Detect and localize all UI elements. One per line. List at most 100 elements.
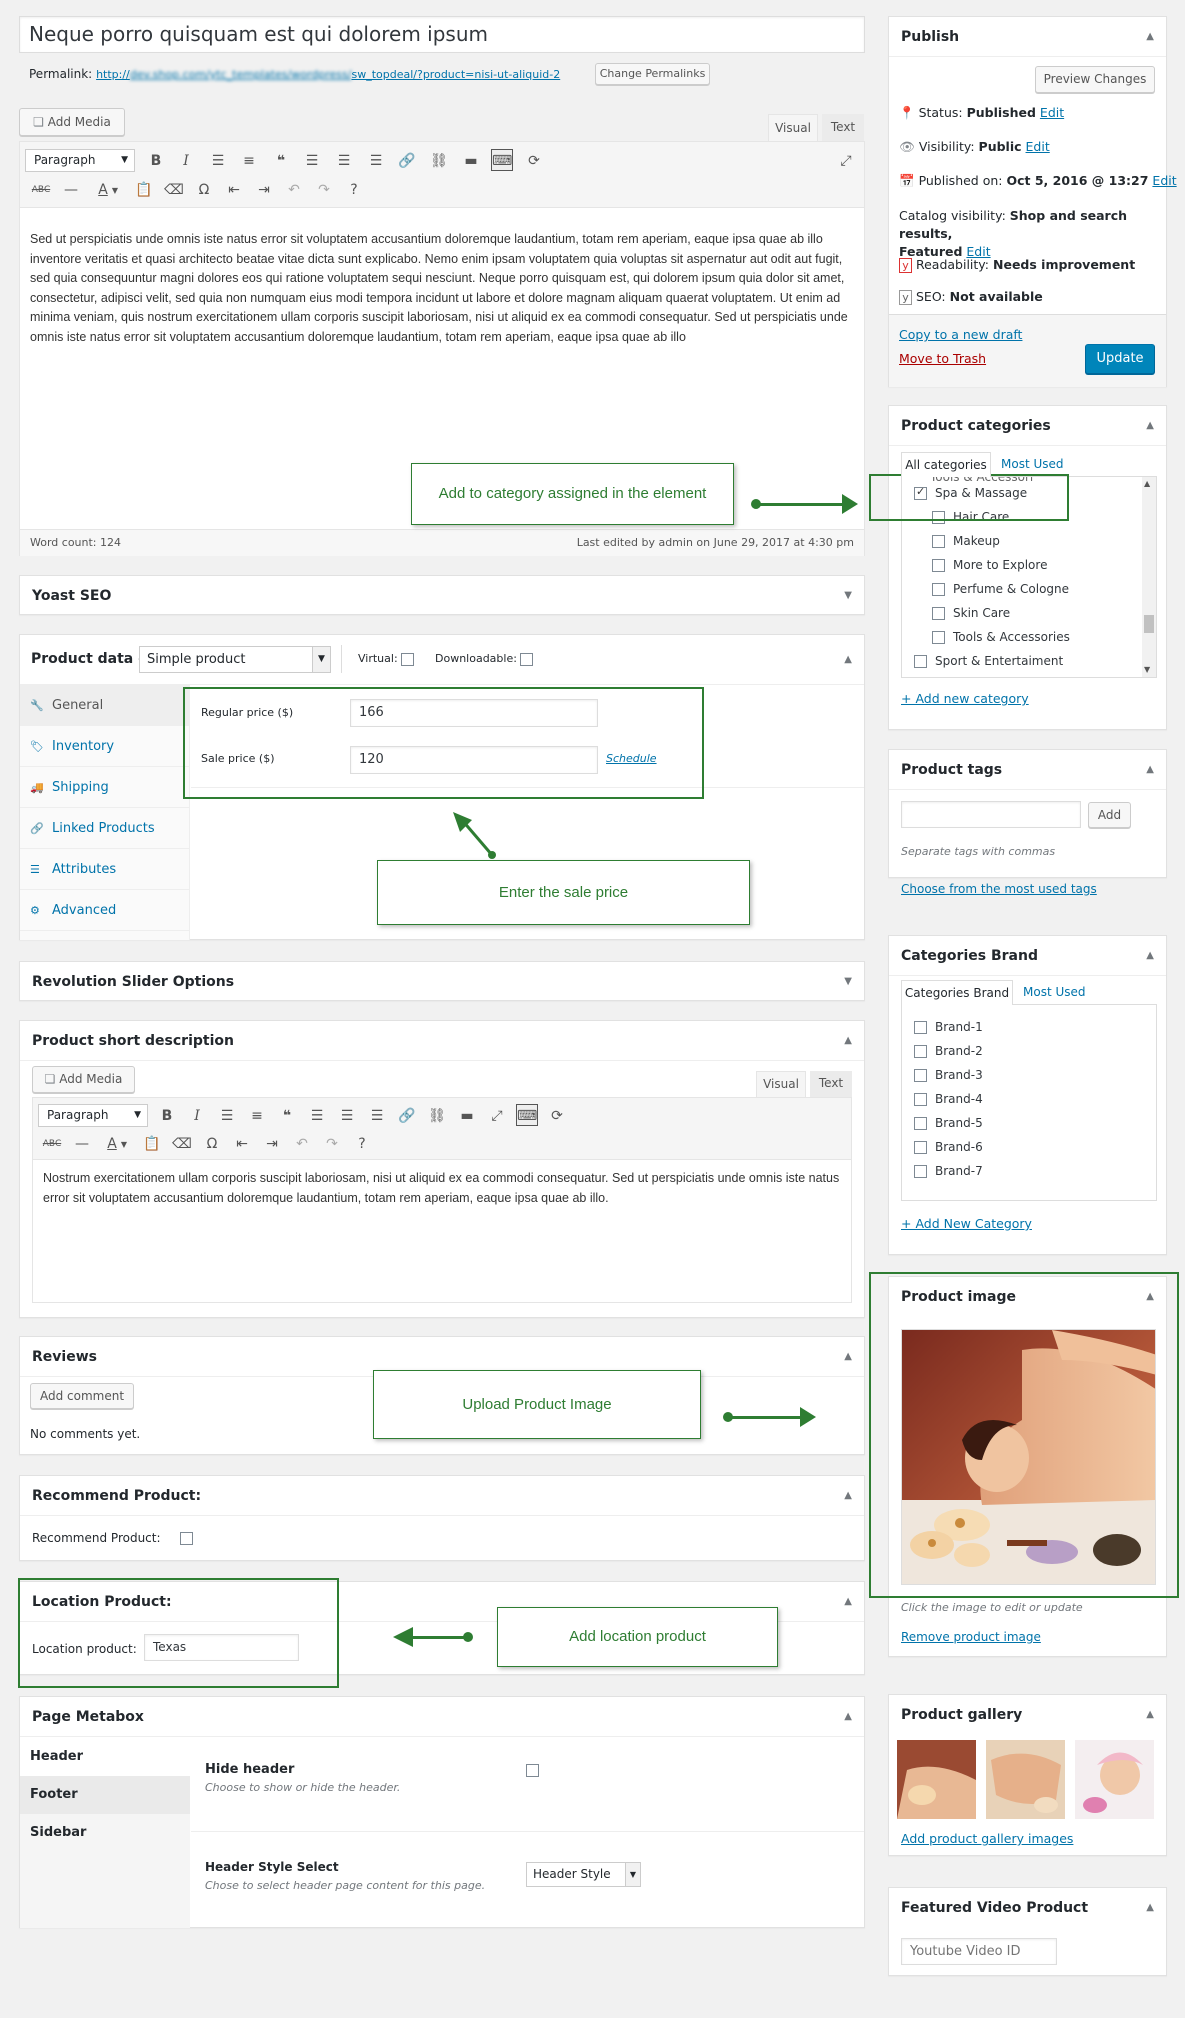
chevron-up-icon[interactable]: ▲	[844, 640, 852, 680]
brand-item[interactable]: Brand-7	[914, 1164, 983, 1178]
category-checkbox[interactable]	[932, 535, 945, 548]
category-checkbox[interactable]	[932, 583, 945, 596]
indent-icon[interactable]: ⇥	[253, 179, 275, 201]
category-item[interactable]: Perfume & Cologne	[932, 582, 1069, 596]
bullet-list-icon[interactable]: ☰	[216, 1105, 238, 1127]
chevron-up-icon[interactable]: ▲	[1146, 406, 1154, 446]
bold-icon[interactable]: B	[145, 150, 167, 172]
brand-list[interactable]: Brand-1 Brand-2 Brand-3 Brand-4 Brand-5 Brand…	[901, 1004, 1157, 1201]
gallery-image-2[interactable]	[986, 1740, 1065, 1819]
brand-item[interactable]: Brand-6	[914, 1140, 983, 1154]
tab-brand-most-used[interactable]: Most Used	[1023, 985, 1086, 999]
brand-checkbox[interactable]	[914, 1093, 927, 1106]
downloadable-checkbox[interactable]	[520, 652, 534, 666]
align-right-icon[interactable]: ☰	[365, 150, 387, 172]
italic-icon[interactable]: I	[175, 150, 197, 172]
special-character-icon[interactable]: Ω	[193, 179, 215, 201]
brand-item[interactable]: Brand-5	[914, 1116, 983, 1130]
read-more-icon[interactable]: ▬	[456, 1105, 478, 1127]
update-button[interactable]: Update	[1085, 344, 1155, 374]
date-edit-link[interactable]: Edit	[1152, 173, 1176, 188]
chevron-up-icon[interactable]: ▲	[844, 1021, 852, 1061]
chevron-down-icon[interactable]: ▼	[118, 1134, 130, 1156]
align-center-icon[interactable]: ☰	[333, 150, 355, 172]
unlink-icon[interactable]: ⛓	[426, 1105, 448, 1127]
fullscreen-icon[interactable]: ⤢	[486, 1105, 508, 1127]
category-item[interactable]: More to Explore	[932, 558, 1047, 572]
format-select[interactable]: Paragraph ▼	[38, 1104, 148, 1127]
visibility-edit-link[interactable]: Edit	[1026, 139, 1050, 154]
refresh-icon[interactable]: ⟳	[523, 150, 545, 172]
product-tab-advanced[interactable]: ⚙ Advanced	[20, 890, 190, 931]
bullet-list-icon[interactable]: ☰	[207, 150, 229, 172]
chevron-up-icon[interactable]: ▲	[844, 1476, 852, 1516]
product-tab-linked-products[interactable]: 🔗 Linked Products	[20, 808, 190, 849]
horizontal-line-icon[interactable]: —	[71, 1133, 93, 1155]
metabox-tab-footer[interactable]: Footer	[20, 1776, 190, 1814]
virtual-checkbox[interactable]	[401, 652, 415, 666]
refresh-icon[interactable]: ⟳	[546, 1105, 568, 1127]
brand-checkbox[interactable]	[914, 1021, 927, 1034]
numbered-list-icon[interactable]: ≡	[238, 150, 260, 172]
video-id-input[interactable]	[901, 1938, 1057, 1965]
brand-checkbox[interactable]	[914, 1069, 927, 1082]
header-style-select[interactable]: Header Style ▼	[526, 1862, 641, 1887]
chevron-down-icon[interactable]: ▼	[844, 576, 852, 616]
brand-checkbox[interactable]	[914, 1045, 927, 1058]
product-tab-attributes[interactable]: ☰ Attributes	[20, 849, 190, 890]
add-new-category-link[interactable]: + Add new category	[901, 691, 1029, 706]
strikethrough-icon[interactable]: ABC	[30, 179, 52, 201]
move-to-trash-link[interactable]: Move to Trash	[899, 351, 986, 366]
unlink-icon[interactable]: ⛓	[428, 150, 450, 172]
brand-checkbox[interactable]	[914, 1165, 927, 1178]
italic-icon[interactable]: I	[186, 1105, 208, 1127]
bold-icon[interactable]: B	[156, 1105, 178, 1127]
recommend-checkbox[interactable]	[179, 1532, 193, 1545]
post-title-input[interactable]: Neque porro quisquam est qui dolorem ips…	[19, 16, 865, 53]
category-checkbox[interactable]	[932, 631, 945, 644]
chevron-up-icon[interactable]: ▲	[1146, 936, 1154, 976]
help-icon[interactable]: ?	[351, 1133, 373, 1155]
format-select[interactable]: Paragraph ▼	[25, 149, 135, 172]
brand-checkbox[interactable]	[914, 1141, 927, 1154]
redo-icon[interactable]: ↷	[313, 179, 335, 201]
category-item[interactable]: Tools & Accessories	[932, 630, 1070, 644]
link-icon[interactable]: 🔗	[396, 150, 418, 172]
outdent-icon[interactable]: ⇤	[223, 179, 245, 201]
chevron-up-icon[interactable]: ▲	[1146, 17, 1154, 57]
chevron-up-icon[interactable]: ▲	[1146, 750, 1154, 790]
change-permalinks-button[interactable]: Change Permalinks	[595, 63, 710, 85]
downloadable-row[interactable]: Downloadable:	[435, 652, 541, 666]
align-left-icon[interactable]: ☰	[301, 150, 323, 172]
brand-item[interactable]: Brand-1	[914, 1020, 983, 1034]
preview-changes-button[interactable]: Preview Changes	[1035, 66, 1155, 93]
read-more-icon[interactable]: ▬	[460, 150, 482, 172]
toolbar-toggle-icon[interactable]: ⌨	[491, 149, 513, 171]
product-tab-inventory[interactable]: 🏷 Inventory	[20, 726, 190, 767]
paste-text-icon[interactable]: 📋	[141, 1133, 163, 1155]
strikethrough-icon[interactable]: ABC	[41, 1133, 63, 1155]
chevron-down-icon[interactable]: ▼	[109, 180, 121, 202]
special-character-icon[interactable]: Ω	[201, 1133, 223, 1155]
editor-content[interactable]: Sed ut perspiciatis unde omnis iste natu…	[30, 230, 858, 347]
chevron-up-icon[interactable]: ▲	[844, 1582, 852, 1622]
metabox-tab-header[interactable]: Header	[20, 1738, 190, 1776]
category-item[interactable]: Skin Care	[932, 606, 1010, 620]
chevron-down-icon[interactable]: ▼	[844, 962, 852, 1002]
add-gallery-link[interactable]: Add product gallery images	[901, 1831, 1073, 1846]
product-tab-general[interactable]: 🔧 General	[20, 685, 190, 726]
chevron-up-icon[interactable]: ▲	[844, 1697, 852, 1737]
outdent-icon[interactable]: ⇤	[231, 1133, 253, 1155]
remove-image-link[interactable]: Remove product image	[901, 1630, 1041, 1644]
chevron-up-icon[interactable]: ▲	[1146, 1888, 1154, 1928]
hide-header-checkbox[interactable]	[526, 1764, 539, 1777]
copy-draft-link[interactable]: Copy to a new draft	[899, 327, 1022, 342]
category-checkbox[interactable]	[914, 655, 927, 668]
numbered-list-icon[interactable]: ≡	[246, 1105, 268, 1127]
help-icon[interactable]: ?	[343, 179, 365, 201]
status-edit-link[interactable]: Edit	[1040, 105, 1064, 120]
add-media-button[interactable]: ❏ Add Media	[32, 1066, 135, 1093]
indent-icon[interactable]: ⇥	[261, 1133, 283, 1155]
gallery-image-1[interactable]	[897, 1740, 976, 1819]
tab-text[interactable]: Text	[810, 1071, 852, 1097]
